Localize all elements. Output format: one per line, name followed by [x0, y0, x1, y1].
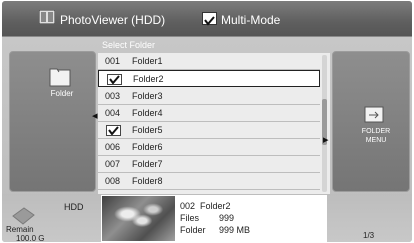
folder-icon: [49, 68, 71, 87]
checkmark-icon: [109, 75, 120, 85]
folder-menu-icon: [364, 106, 384, 123]
folder-row-name: Folder8: [132, 176, 163, 186]
folder-row-number: 008: [105, 176, 121, 186]
app-title: PhotoViewer (HDD): [60, 13, 166, 27]
header-bar: PhotoViewer (HDD) Multi-Mode: [2, 1, 412, 37]
folder-row-number: 001: [105, 56, 121, 66]
folder-row-5[interactable]: Folder5: [98, 122, 320, 139]
remain-value: 100.0 G: [16, 234, 45, 242]
folder-info-box: 002 Folder2 Files 999 Folder 999 MB: [101, 195, 327, 242]
folder-row-name: Folder7: [132, 159, 163, 169]
page-indicator: 1/3: [363, 231, 375, 240]
info-folder-name: Folder2: [200, 201, 231, 211]
folder-row-checkbox[interactable]: [106, 125, 121, 136]
multi-mode-label: Multi-Mode: [221, 13, 281, 27]
folder-row-name: Folder3: [132, 91, 163, 101]
folder-row-name: Folder5: [132, 125, 163, 135]
info-files-label: Files: [180, 213, 200, 223]
folder-row-7[interactable]: 007 Folder7: [98, 156, 320, 173]
folder-row-name: Folder1: [132, 56, 163, 66]
folder-list: 001 Folder1 Folder2 003 Folder3 004 Fold…: [98, 53, 330, 194]
folder-row-number: 006: [105, 142, 121, 152]
arrow-left-icon[interactable]: ◂: [92, 109, 98, 122]
folder-row-number: 003: [105, 91, 121, 101]
info-files-value: 999: [219, 213, 235, 223]
folder-row-2[interactable]: Folder2: [98, 70, 320, 87]
multi-mode-checkbox[interactable]: [202, 12, 217, 26]
folder-row-4[interactable]: 004 Folder4: [98, 105, 320, 122]
list-scrollbar[interactable]: [322, 55, 327, 192]
checkmark-icon: [204, 16, 215, 26]
folder-menu-label: FOLDER MENU: [354, 127, 398, 145]
folder-row-name: Folder4: [132, 108, 163, 118]
info-folder-size: 999 MB: [219, 225, 251, 235]
photo-viewer-icon: [39, 10, 55, 24]
folder-row-name: Folder6: [132, 142, 163, 152]
screen: PhotoViewer (HDD) Multi-Mode Folder FOLD…: [0, 0, 414, 243]
folder-row-1[interactable]: 001 Folder1: [98, 53, 320, 70]
photoviewer-frame: PhotoViewer (HDD) Multi-Mode Folder FOLD…: [2, 1, 412, 242]
arrow-right-icon[interactable]: ▸: [323, 133, 329, 146]
list-header: Select Folder: [102, 40, 156, 50]
remain-label: Remain: [6, 225, 34, 234]
folder-row-6[interactable]: 006 Folder6: [98, 139, 320, 156]
folder-row-3[interactable]: 003 Folder3: [98, 88, 320, 105]
storage-device-label: HDD: [64, 202, 84, 212]
folder-panel-label: Folder: [50, 89, 74, 98]
folder-row-number: 004: [105, 108, 121, 118]
folder-row-number: 007: [105, 159, 121, 169]
folder-row-name: Folder2: [133, 74, 164, 84]
folder-menu-label-line1: FOLDER: [361, 128, 391, 135]
info-folder-id: 002: [180, 201, 196, 211]
folder-thumbnail: [102, 196, 175, 241]
info-folder-label: Folder: [180, 225, 206, 235]
folder-menu-label-line2: MENU: [365, 137, 387, 144]
folder-row-checkbox[interactable]: [107, 74, 122, 85]
checkmark-icon: [108, 126, 119, 136]
folder-row-8[interactable]: 008 Folder8: [98, 173, 320, 190]
